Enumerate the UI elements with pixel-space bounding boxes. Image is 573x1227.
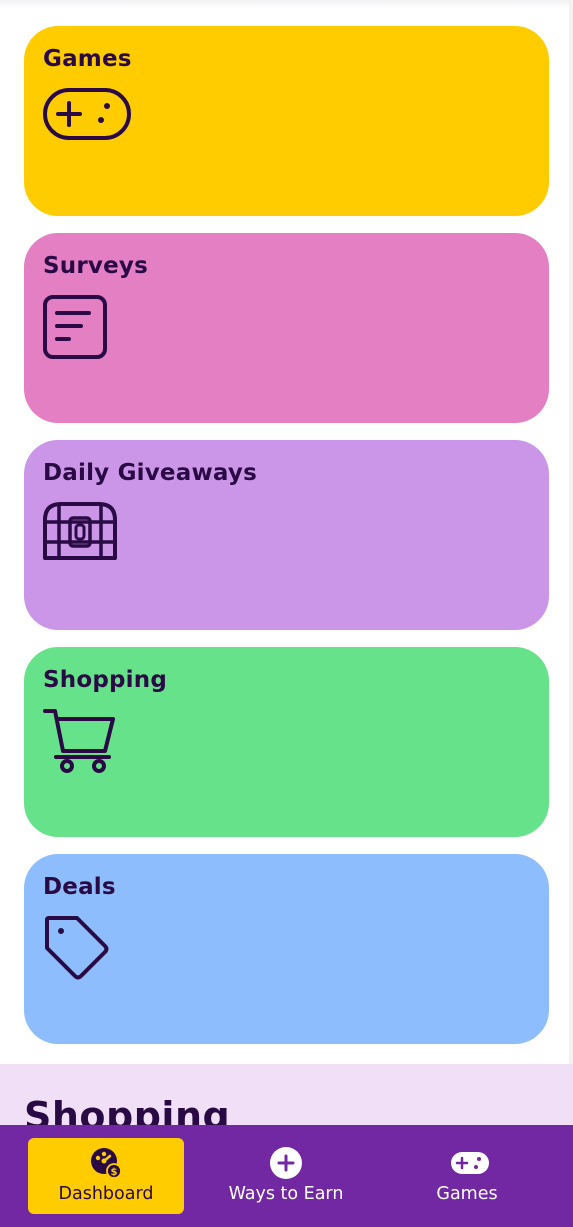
nav-item-games[interactable]: Games [400, 1138, 534, 1214]
treasure-chest-icon [43, 500, 139, 580]
card-deals[interactable]: Deals [24, 854, 549, 1044]
gamepad-icon [450, 1146, 489, 1180]
card-title-games: Games [43, 46, 132, 72]
svg-text:$: $ [111, 1167, 118, 1178]
card-title-deals: Deals [43, 874, 116, 900]
card-title-surveys: Surveys [43, 253, 148, 279]
card-games[interactable]: Games [24, 26, 549, 216]
nav-item-ways-to-earn[interactable]: Ways to Earn [210, 1138, 362, 1214]
card-title-daily-giveaways: Daily Giveaways [43, 460, 257, 486]
card-surveys[interactable]: Surveys [24, 233, 549, 423]
card-shopping[interactable]: Shopping [24, 647, 549, 837]
card-daily-giveaways[interactable]: Daily Giveaways [24, 440, 549, 630]
scrollbar[interactable] [569, 0, 573, 1227]
nav-item-dashboard[interactable]: $ Dashboard [28, 1138, 184, 1214]
shopping-cart-icon [43, 707, 139, 787]
survey-document-icon [43, 293, 139, 373]
nav-label-games: Games [436, 1184, 498, 1204]
plus-circle-icon [269, 1146, 303, 1180]
nav-label-dashboard: Dashboard [58, 1184, 154, 1204]
price-tag-icon [43, 914, 139, 994]
dashboard-dollar-icon: $ [89, 1146, 123, 1180]
gamepad-icon [43, 86, 139, 166]
bottom-navigation: $ Dashboard Ways to Earn Games [0, 1125, 573, 1227]
card-title-shopping: Shopping [43, 667, 167, 693]
nav-label-ways-to-earn: Ways to Earn [228, 1184, 344, 1204]
top-scroll-edge [0, 0, 573, 8]
